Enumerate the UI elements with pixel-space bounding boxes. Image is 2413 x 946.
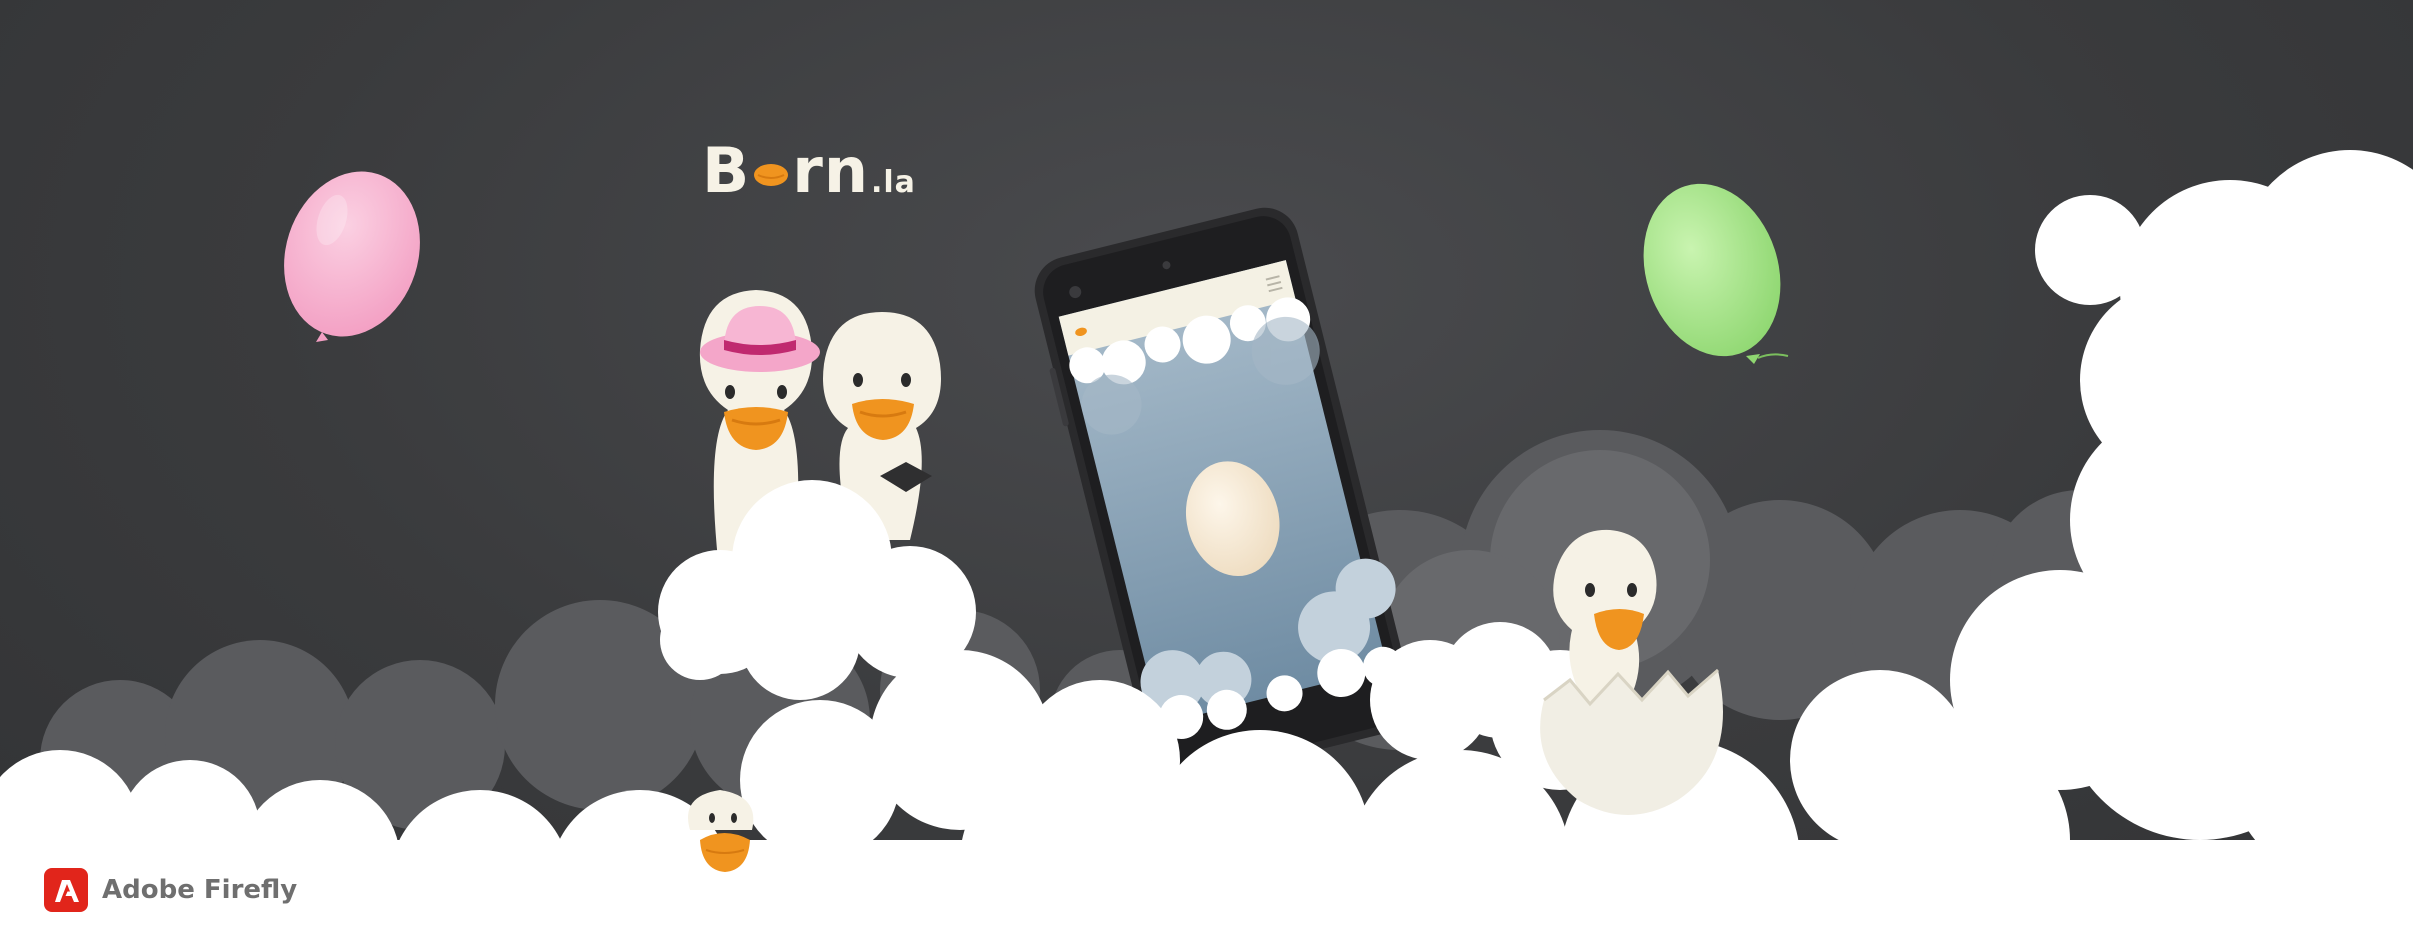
logo-letters: rn <box>792 134 869 207</box>
adobe-firefly-icon <box>44 868 88 912</box>
beak-letter-icon <box>754 164 789 186</box>
watermark-label: Adobe Firefly <box>102 875 298 905</box>
logo-suffix: .la <box>870 165 916 200</box>
hero-illustration: Brn.la Adobe Firefly <box>0 0 2413 946</box>
logo-letter-b: B <box>702 134 751 207</box>
adobe-firefly-watermark: Adobe Firefly <box>44 862 312 918</box>
brand-logo: Brn.la <box>702 140 916 202</box>
background-scene <box>0 150 2413 946</box>
pink-balloon-icon <box>284 171 420 342</box>
adobe-a-glyph <box>55 880 79 902</box>
green-balloon-icon <box>1643 183 1789 364</box>
